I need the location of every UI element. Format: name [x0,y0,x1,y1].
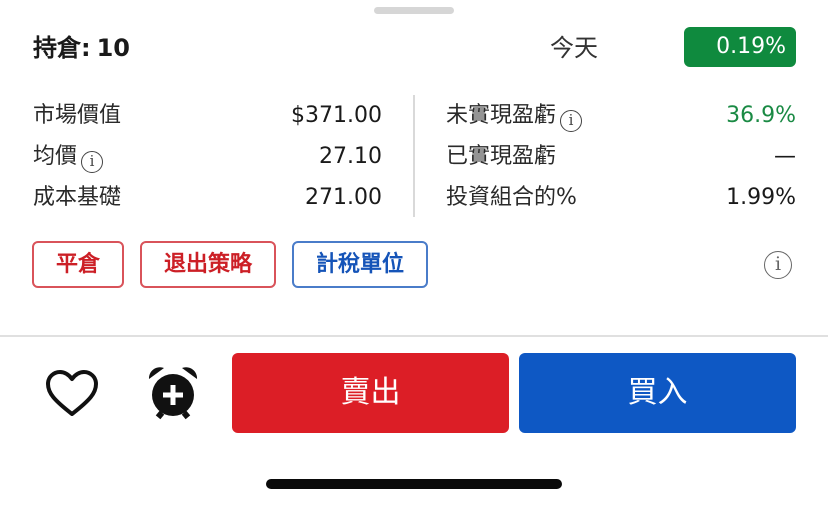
stat-row-unrealized-pnl: 未實現盈虧 i 36.9% [446,99,796,133]
stat-value: 271.00 [305,185,382,210]
stat-row-cost-basis: 成本基礎 271.00 [33,181,382,215]
daily-change-badge: 0.19% [684,27,796,67]
stat-label-wrap: 未實現盈虧 i [446,99,583,133]
stat-label: 均價 [33,144,78,169]
stat-value: — [774,144,796,169]
stat-label: 未實現盈虧 [446,103,557,128]
stat-label: 成本基礎 [33,185,122,210]
position-quantity: 10 [96,34,131,62]
stat-value: 27.10 [319,144,382,169]
buy-button[interactable]: 買入 [519,353,796,433]
stat-value: 36.9% [726,103,796,128]
stat-label: 投資組合的% [446,185,577,210]
info-icon[interactable]: i [560,110,583,132]
stat-value: 1.99% [726,185,796,210]
stat-row-realized-pnl: 已實現盈虧 — [446,140,796,174]
section-divider [0,335,828,337]
stat-label: 市場價值 [33,103,122,128]
heart-icon[interactable] [44,366,100,422]
stat-row-portfolio-percent: 投資組合的% 1.99% [446,181,796,215]
sell-button[interactable]: 賣出 [232,353,509,433]
stat-label-wrap: 均價 i [33,140,104,174]
column-divider [413,95,415,217]
tax-lots-button[interactable]: 計稅單位 [292,241,428,288]
stat-value: $371.00 [291,103,382,128]
close-position-button[interactable]: 平倉 [32,241,124,288]
alarm-add-icon[interactable] [145,364,201,420]
stat-label: 已實現盈虧 [446,144,557,169]
period-label: 今天 [550,34,598,62]
position-title: 持倉: 10 [33,31,130,65]
home-indicator[interactable] [266,479,562,489]
position-label: 持倉: [33,34,91,62]
info-icon[interactable]: i [764,251,792,279]
exit-strategy-button[interactable]: 退出策略 [140,241,276,288]
sheet-grabber[interactable] [374,7,454,14]
stat-row-average-price: 均價 i 27.10 [33,140,382,174]
stat-row-market-value: 市場價值 $371.00 [33,99,382,133]
info-icon[interactable]: i [81,151,104,173]
